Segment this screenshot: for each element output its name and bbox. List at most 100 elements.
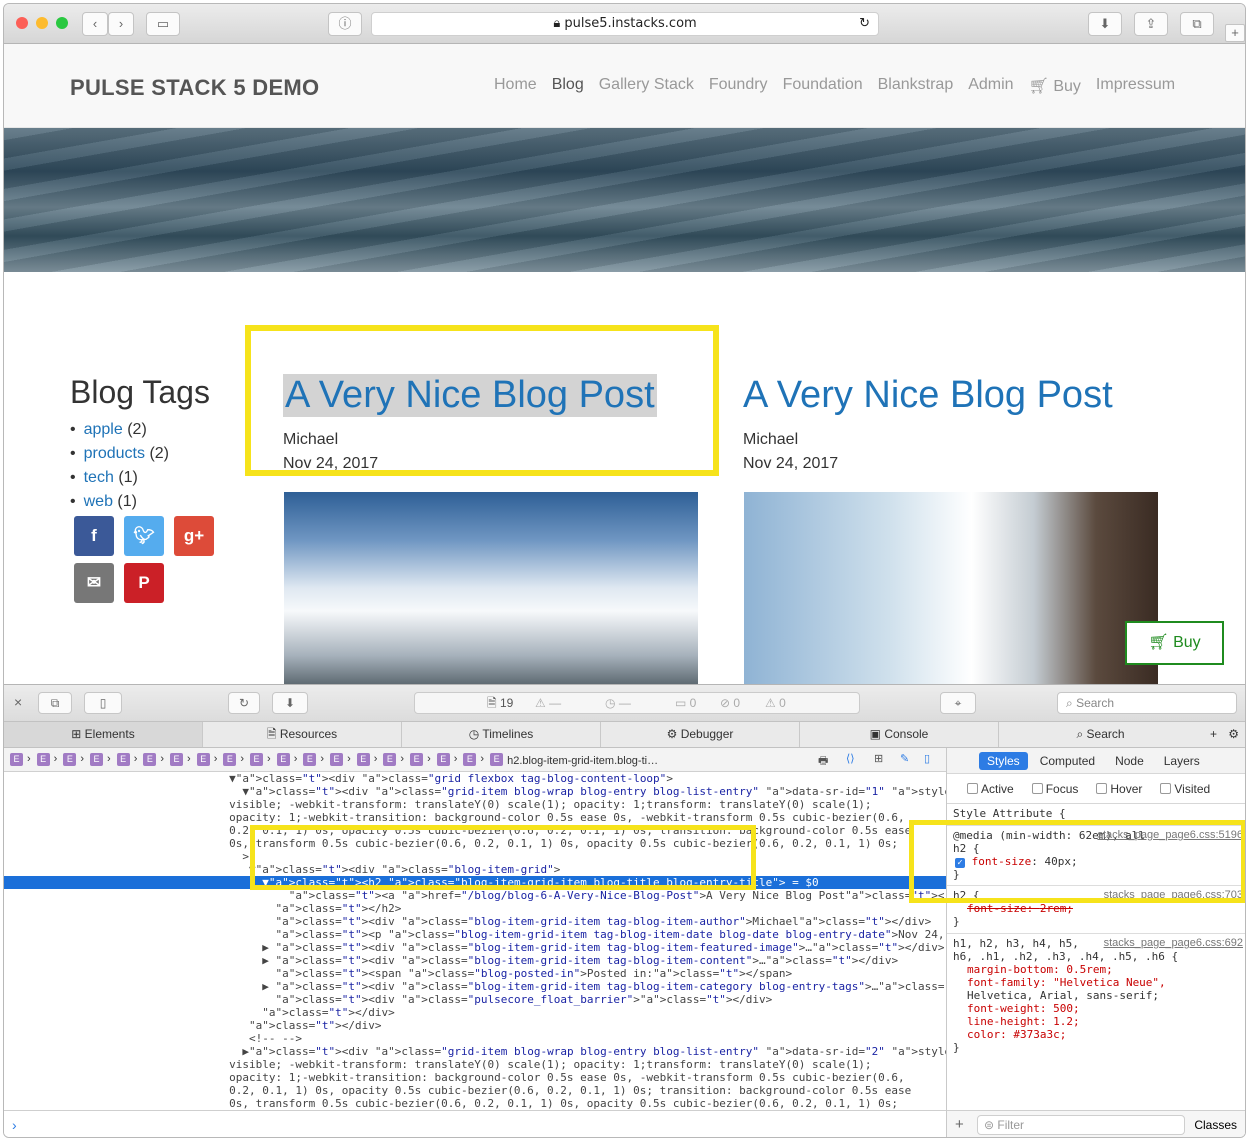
nav-foundry[interactable]: Foundry [709, 76, 768, 96]
source-code-icon[interactable]: ⟨⟩ [846, 752, 855, 765]
reload-icon[interactable]: ↻ [859, 13, 870, 35]
site-title[interactable]: PULSE STACK 5 DEMO [70, 75, 319, 101]
filter-input[interactable]: ⊜ Filter [977, 1115, 1185, 1135]
breadcrumb-element-icon[interactable]: E [436, 753, 450, 766]
breadcrumb-element-icon[interactable]: E [410, 753, 424, 766]
breadcrumb-element-icon[interactable]: E [383, 753, 397, 766]
breadcrumb-element-icon[interactable]: E [250, 753, 264, 766]
dom-node-line[interactable]: "a">class="t"><a "a">href="/blog/blog-6-… [4, 889, 946, 902]
dom-node-line[interactable]: "a">class="t"><div "a">class="blog-item-… [4, 915, 946, 928]
dom-node-line[interactable]: ▼"a">class="t"><div "a">class="grid-item… [4, 785, 946, 798]
dom-node-line[interactable]: "a">class="t"></div> [4, 1019, 946, 1032]
layout-icon[interactable]: ⊞ [874, 752, 883, 765]
breadcrumb-element-icon[interactable]: E [63, 753, 77, 766]
settings-gear-icon[interactable]: ⚙ [1228, 722, 1239, 747]
dom-node-line[interactable]: ▶ "a">class="t"><div "a">class="blog-ite… [4, 980, 946, 993]
tag-link[interactable]: web [84, 493, 113, 510]
breadcrumb-element-icon[interactable]: E [303, 753, 317, 766]
print-icon[interactable]: 🖶︎ [818, 752, 828, 771]
floating-buy-button[interactable]: 🛒︎ Buy [1125, 621, 1224, 665]
breadcrumb-selected[interactable]: h2.blog-item-grid-item.blog-ti… [507, 755, 658, 767]
breadcrumb-element-icon[interactable]: E [116, 753, 130, 766]
nav-home[interactable]: Home [494, 76, 537, 96]
breadcrumb-element-icon[interactable]: E [196, 753, 210, 766]
tag-link[interactable]: apple [84, 421, 123, 438]
active-checkbox[interactable]: Active [967, 782, 1014, 803]
focus-checkbox[interactable]: Focus [1031, 782, 1078, 803]
tab-computed[interactable]: Computed [1032, 752, 1103, 770]
new-tab-icon[interactable]: + [1225, 24, 1245, 42]
sidebar-toggle-icon[interactable]: ▭ [146, 12, 180, 36]
hover-checkbox[interactable]: Hover [1096, 782, 1142, 803]
dom-node-line[interactable]: ▼"a">class="t"><div "a">class="grid flex… [4, 772, 946, 785]
dom-node-line[interactable]: "a">class="t"><span "a">class="blog-post… [4, 967, 946, 980]
element-picker-icon[interactable]: ⌖ [940, 692, 976, 714]
css-rule[interactable]: h1, h2, h3, h4, h5, stacks_page_page6.css… [947, 934, 1245, 1054]
dom-node-line[interactable]: 0s, transform 0.5s cubic-bezier(0.6, 0.2… [4, 1097, 946, 1110]
dom-node-line[interactable]: "a">class="t"><p "a">class="blog-item-gr… [4, 928, 946, 941]
post-featured-image-binoculars[interactable] [744, 492, 1158, 684]
tag-link[interactable]: products [84, 445, 145, 462]
tab-search[interactable]: ⌕ Search + ⚙ [999, 722, 1239, 747]
tab-console[interactable]: ▣ Console [800, 722, 999, 747]
nav-blog[interactable]: Blog [552, 76, 584, 96]
tab-resources[interactable]: 🗎 Resources [203, 722, 402, 747]
post-title[interactable]: A Very Nice Blog Post [283, 374, 657, 417]
dom-node-line[interactable]: opacity: 1;-webkit-transition: backgroun… [4, 811, 946, 824]
warning-count[interactable]: ⚠ 0 [765, 693, 786, 713]
breadcrumb-element-icon[interactable]: E [463, 753, 477, 766]
dom-node-line[interactable]: "a">class="t"></h2> [4, 902, 946, 915]
breadcrumb-element-icon[interactable]: E [490, 753, 504, 766]
tab-layers[interactable]: Layers [1156, 752, 1208, 770]
tab-debugger[interactable]: ⚙ Debugger [601, 722, 800, 747]
email-icon[interactable]: ✉ [74, 563, 114, 603]
zoom-window-button[interactable] [56, 17, 68, 29]
tab-node[interactable]: Node [1107, 752, 1152, 770]
toggle-sidebar-icon[interactable]: ▯ [924, 752, 930, 765]
post-title[interactable]: A Very Nice Blog Post [743, 374, 1113, 417]
breadcrumb-element-icon[interactable]: E [36, 753, 50, 766]
breadcrumb-element-icon[interactable]: E [223, 753, 237, 766]
share-icon[interactable]: ⇪ [1134, 12, 1168, 36]
dom-node-line[interactable]: ▶ "a">class="t"><div "a">class="blog-ite… [4, 941, 946, 954]
nav-admin[interactable]: Admin [968, 76, 1013, 96]
downloads-icon[interactable]: ⬇ [1088, 12, 1122, 36]
post-featured-image-wind-turbines[interactable] [284, 492, 698, 684]
dom-node-line[interactable]: "a">class="t"><div "a">class="pulsecore_… [4, 993, 946, 1006]
nav-blankstrap[interactable]: Blankstrap [878, 76, 954, 96]
breadcrumb-element-icon[interactable]: E [90, 753, 104, 766]
inspector-search-field[interactable]: ⌕ Search [1057, 692, 1237, 714]
tab-styles[interactable]: Styles [979, 752, 1028, 770]
tag-link[interactable]: tech [84, 469, 114, 486]
twitter-icon[interactable]: 🐦︎ [124, 516, 164, 556]
tabs-overview-icon[interactable]: ⧉ [1180, 12, 1214, 36]
resource-size[interactable]: ⚠ — [535, 693, 561, 713]
breadcrumb-element-icon[interactable]: E [143, 753, 157, 766]
address-bar[interactable]: 🔒︎ pulse5.instacks.com ↻ [371, 12, 879, 36]
forward-button[interactable]: › [108, 12, 134, 36]
rule-source-link[interactable]: stacks_page_page6.css:692 [1104, 937, 1243, 950]
tab-timelines[interactable]: ◷ Timelines [402, 722, 601, 747]
new-tab-plus-icon[interactable]: + [1210, 722, 1217, 747]
dom-node-line[interactable]: ▶"a">class="t"><div "a">class="grid-item… [4, 1045, 946, 1058]
google-plus-icon[interactable]: g+ [174, 516, 214, 556]
tab-elements[interactable]: ⊞ Elements [4, 722, 203, 747]
close-inspector-icon[interactable]: × [14, 694, 22, 710]
dom-node-line[interactable]: <!-- --> [4, 1032, 946, 1045]
dom-node-line[interactable]: ▶ "a">class="t"><div "a">class="blog-ite… [4, 954, 946, 967]
dom-node-line[interactable]: visible; -webkit-transform: translateY(0… [4, 1058, 946, 1071]
nav-buy[interactable]: 🛒︎ Buy [1029, 76, 1081, 96]
dom-tree[interactable]: ▼"a">class="t"><div "a">class="grid flex… [4, 772, 946, 1110]
breadcrumb-element-icon[interactable]: E [170, 753, 184, 766]
nav-impressum[interactable]: Impressum [1096, 76, 1175, 96]
close-window-button[interactable] [16, 17, 28, 29]
download-archive-icon[interactable]: ⬇ [272, 692, 308, 714]
log-count[interactable]: ▭ 0 [675, 693, 696, 713]
dom-node-line[interactable]: opacity: 1;-webkit-transition: backgroun… [4, 1071, 946, 1084]
breadcrumb-element-icon[interactable]: E [356, 753, 370, 766]
breadcrumb-element-icon[interactable]: E [330, 753, 344, 766]
nav-gallery-stack[interactable]: Gallery Stack [599, 76, 694, 96]
back-button[interactable]: ‹ [82, 12, 108, 36]
pinterest-icon[interactable]: P [124, 563, 164, 603]
resources-count[interactable]: 🗎 19 [487, 693, 513, 713]
